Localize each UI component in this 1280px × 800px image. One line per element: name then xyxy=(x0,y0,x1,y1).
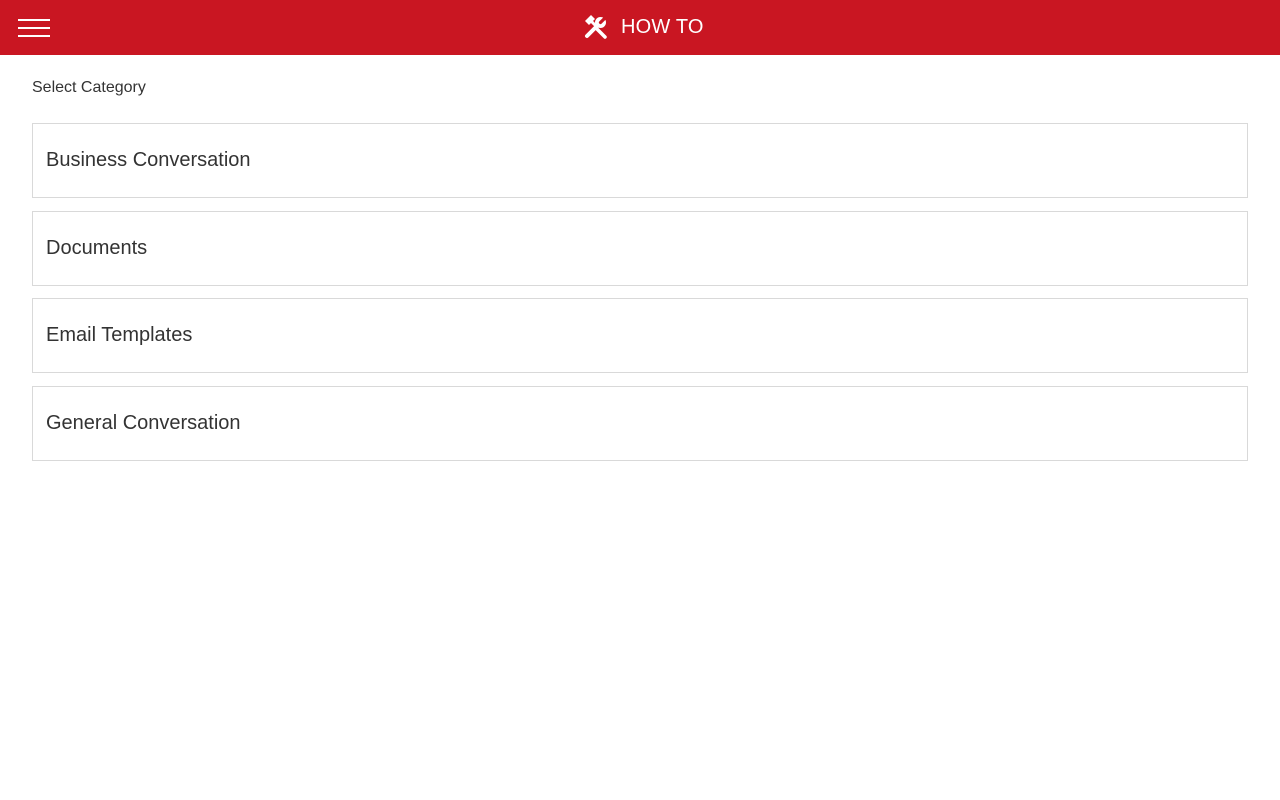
category-label: General Conversation xyxy=(46,411,241,434)
tools-icon xyxy=(582,13,610,41)
category-item-general-conversation[interactable]: General Conversation xyxy=(32,385,1248,461)
category-label: Business Conversation xyxy=(46,149,251,171)
menu-bar-line xyxy=(18,27,50,29)
category-label: Documents xyxy=(46,236,148,259)
app-bar-title-group: HOW TO xyxy=(582,12,704,42)
section-label: Select Category xyxy=(32,79,146,96)
category-label: Email Templates xyxy=(46,324,193,346)
app-bar: HOW TO xyxy=(0,0,1280,55)
category-item-email-templates[interactable]: Email Templates xyxy=(32,298,1248,373)
menu-bar-line xyxy=(18,35,50,37)
page-title: HOW TO xyxy=(621,15,704,38)
hamburger-menu-icon[interactable] xyxy=(18,17,50,39)
category-item-documents[interactable]: Documents xyxy=(32,210,1248,286)
menu-bar-line xyxy=(18,19,50,21)
category-item-business-conversation[interactable]: Business Conversation xyxy=(32,123,1248,198)
category-list: Business Conversation Documents Email Te… xyxy=(32,123,1248,473)
